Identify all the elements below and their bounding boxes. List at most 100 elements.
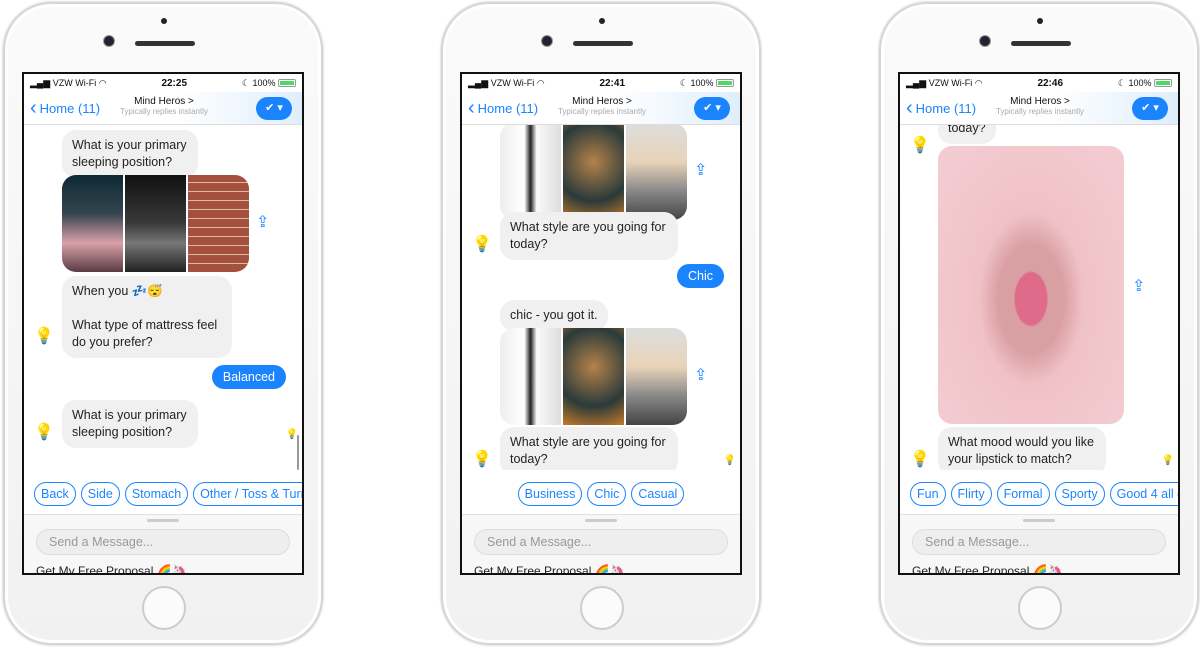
read-receipt-icon: 💡: [723, 455, 736, 466]
battery-percent: 100%: [1128, 77, 1152, 88]
chat-title[interactable]: Mind Heros > Typically replies instantly: [980, 96, 1100, 116]
brick-wall-image[interactable]: [188, 175, 249, 272]
quick-reply-button[interactable]: Flirty: [950, 482, 992, 506]
image-carousel[interactable]: [500, 125, 687, 220]
sensor: [599, 18, 605, 24]
status-bar: ▂▄▆ VZW Wi-Fi ◠ 22:46 ☾ 100%: [900, 74, 1178, 92]
user-message: Balanced: [211, 365, 286, 389]
page-name: Mind Heros >: [1010, 96, 1070, 107]
front-camera: [980, 36, 990, 46]
bot-message: What style are you going for today?: [500, 427, 678, 470]
drag-handle[interactable]: [585, 519, 617, 522]
chat-title[interactable]: Mind Heros > Typically replies instantly: [104, 96, 224, 116]
read-receipt-icon: 💡: [1161, 455, 1174, 466]
persistent-menu-item[interactable]: Get My Free Proposal 🌈🦄: [474, 564, 740, 573]
manage-button[interactable]: ✔ ▾: [256, 97, 292, 120]
message-input[interactable]: Send a Message...: [912, 529, 1166, 555]
home-button[interactable]: [1018, 586, 1062, 630]
bot-message: today?: [938, 125, 996, 144]
image-carousel[interactable]: [62, 175, 249, 272]
page-name: Mind Heros >: [572, 96, 632, 107]
message-list: ⇪ What style are you going for today? 💡 Chi…: [462, 125, 740, 470]
share-icon[interactable]: ⇪: [256, 212, 269, 232]
quick-reply-button[interactable]: Formal: [996, 482, 1050, 506]
quick-reply-button[interactable]: Sporty: [1054, 482, 1105, 506]
response-time: Typically replies instantly: [119, 107, 209, 116]
battery-icon: [1154, 79, 1172, 88]
back-button[interactable]: ‹ Home (11): [906, 98, 976, 118]
quick-reply-button[interactable]: Other / Toss & Turn: [193, 482, 302, 506]
drag-handle[interactable]: [1023, 519, 1055, 522]
bot-message: chic - you got it.: [500, 300, 608, 331]
speaker: [573, 41, 633, 46]
persistent-menu-item[interactable]: Get My Free Proposal 🌈🦄: [912, 564, 1178, 573]
lips-through-pink-paper-image[interactable]: [938, 146, 1124, 424]
status-bar: ▂▄▆ VZW Wi-Fi ◠ 22:41 ☾ 100%: [462, 74, 740, 92]
scrollbar[interactable]: [297, 435, 299, 470]
quick-reply-button[interactable]: Business: [517, 482, 583, 506]
message-input[interactable]: Send a Message...: [36, 529, 290, 555]
quick-reply-button[interactable]: Stomach: [124, 482, 189, 506]
persistent-menu-item[interactable]: Get My Free Proposal 🌈🦄: [36, 564, 302, 573]
drag-handle[interactable]: [147, 519, 179, 522]
back-button[interactable]: ‹ Home (11): [30, 98, 100, 118]
quick-reply-button[interactable]: Side: [80, 482, 120, 506]
lightbulb-avatar-icon: 💡: [910, 137, 930, 154]
back-button[interactable]: ‹ Home (11): [468, 98, 538, 118]
response-time: Typically replies instantly: [557, 107, 647, 116]
manage-button[interactable]: ✔ ▾: [1132, 97, 1168, 120]
image-carousel[interactable]: [500, 328, 687, 425]
clouds-image[interactable]: [62, 175, 123, 272]
bot-message: What mood would you like your lipstick t…: [938, 427, 1106, 470]
battery-icon: [278, 79, 296, 88]
phone-frame: ▂▄▆ VZW Wi-Fi ◠ 22:25 ☾ 100% ‹ Home (11) …: [3, 2, 323, 645]
chat-header: ‹ Home (11) Mind Heros > Typically replies…: [24, 92, 302, 125]
quick-reply-button[interactable]: Back: [34, 482, 76, 506]
lightbulb-avatar-icon: 💡: [34, 424, 54, 441]
signal-icon: ▂▄▆: [30, 77, 53, 88]
chat-title[interactable]: Mind Heros > Typically replies instantly: [542, 96, 662, 116]
checkmark-dropdown-icon: ✔ ▾: [703, 102, 721, 114]
woman-striped-shirt-image[interactable]: [626, 328, 687, 425]
share-icon[interactable]: ⇪: [694, 365, 707, 385]
share-icon[interactable]: ⇪: [1132, 276, 1145, 296]
woman-white-suit-image[interactable]: [500, 328, 561, 425]
home-button[interactable]: [142, 586, 186, 630]
runway-image[interactable]: [125, 175, 186, 272]
woman-white-suit-image[interactable]: [500, 125, 561, 220]
composer: Send a Message... Get My Free Proposal 🌈…: [462, 514, 740, 573]
carrier: VZW Wi-Fi: [928, 77, 973, 88]
share-icon[interactable]: ⇪: [694, 160, 707, 180]
message-list: today? 💡 ⇪ What mood would you like your li…: [900, 125, 1178, 470]
home-button[interactable]: [580, 586, 624, 630]
quick-reply-button[interactable]: Casual: [631, 482, 685, 506]
lightbulb-avatar-icon: 💡: [472, 236, 492, 253]
message-input[interactable]: Send a Message...: [474, 529, 728, 555]
chevron-left-icon: ‹: [906, 97, 913, 119]
messenger-screen: ▂▄▆ VZW Wi-Fi ◠ 22:41 ☾ 100% ‹ Home (11) …: [460, 72, 742, 575]
woman-lanterns-image[interactable]: [563, 328, 624, 425]
checkmark-dropdown-icon: ✔ ▾: [265, 102, 283, 114]
quick-reply-button[interactable]: Chic: [587, 482, 627, 506]
wifi-icon: ◠: [534, 77, 545, 88]
chevron-left-icon: ‹: [30, 97, 37, 119]
moon-icon: ☾: [241, 77, 253, 88]
bot-message: When you 💤😴 What type of mattress feel d…: [62, 276, 232, 358]
quick-replies: FunFlirtyFormalSportyGood 4 all occasion…: [900, 482, 1178, 506]
carrier: VZW Wi-Fi: [52, 77, 97, 88]
quick-reply-button[interactable]: Fun: [910, 482, 946, 506]
quick-reply-button[interactable]: Good 4 all occasions: [1109, 482, 1178, 506]
back-label: Home (11): [915, 100, 977, 116]
message-list: What is your primary sleeping position? ⇪…: [24, 125, 302, 470]
checkmark-dropdown-icon: ✔ ▾: [1141, 102, 1159, 114]
woman-lanterns-image[interactable]: [563, 125, 624, 220]
wifi-icon: ◠: [972, 77, 983, 88]
quick-replies: Business Chic Casual: [462, 482, 740, 506]
manage-button[interactable]: ✔ ▾: [694, 97, 730, 120]
messenger-screen: ▂▄▆ VZW Wi-Fi ◠ 22:25 ☾ 100% ‹ Home (11) …: [22, 72, 304, 575]
signal-icon: ▂▄▆: [906, 77, 929, 88]
sensor: [161, 18, 167, 24]
composer: Send a Message... Get My Free Proposal 🌈…: [900, 514, 1178, 573]
lightbulb-avatar-icon: 💡: [34, 328, 54, 345]
woman-striped-shirt-image[interactable]: [626, 125, 687, 220]
